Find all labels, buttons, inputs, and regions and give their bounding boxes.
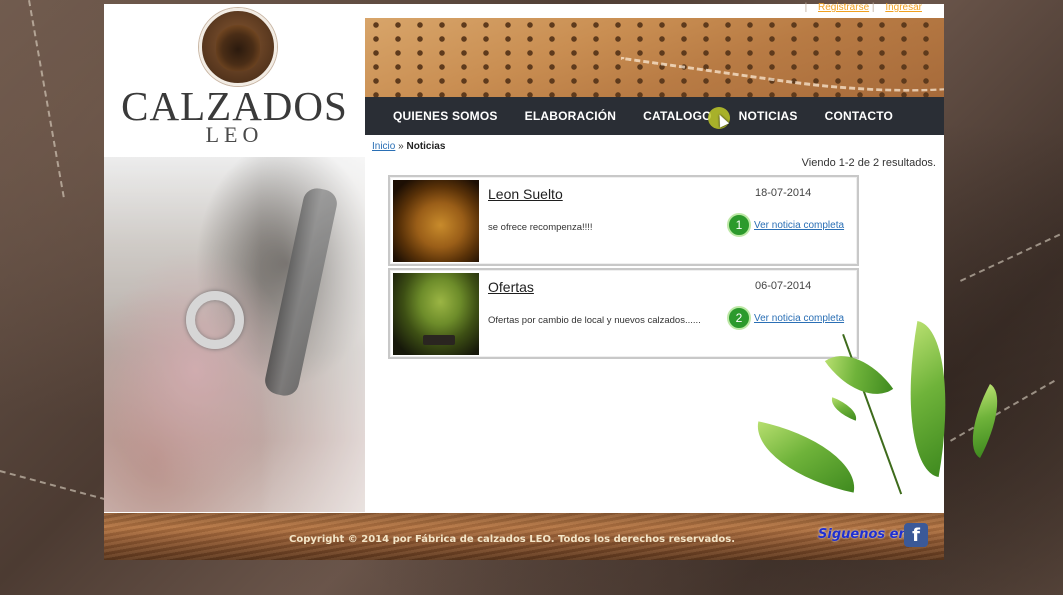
breadcrumb-current: Noticias [406, 141, 446, 152]
news-thumbnail-bonsai[interactable] [393, 273, 479, 355]
news-title-link[interactable]: Leon Suelto [488, 186, 563, 202]
facebook-icon[interactable]: f [904, 523, 928, 547]
nav-item-elaboracion[interactable]: ELABORACIÓN [525, 109, 617, 123]
news-description: Ofertas por cambio de local y nuevos cal… [488, 315, 701, 326]
stitch-line [0, 470, 107, 501]
footer: Copyright © 2014 por Fábrica de calzados… [104, 513, 944, 560]
news-item: Ofertas 06-07-2014 Ofertas por cambio de… [388, 268, 859, 359]
auth-separator: | [804, 2, 808, 13]
read-more-link[interactable]: Ver noticia completa [754, 313, 844, 324]
lion-icon[interactable] [199, 8, 277, 86]
auth-links: | Registrarse | Ingresar [805, 2, 922, 13]
step-badge: 1 [727, 213, 751, 237]
breadcrumb-home-link[interactable]: Inicio [372, 141, 395, 152]
news-date: 06-07-2014 [755, 280, 812, 292]
login-link[interactable]: Ingresar [885, 2, 922, 13]
stitch-line [950, 380, 1055, 442]
nav-item-contacto[interactable]: CONTACTO [825, 109, 894, 123]
handbag-image [104, 157, 365, 512]
stitch-line [960, 229, 1063, 282]
follow-us-label: Siguenos en: [818, 527, 913, 542]
nav-item-catalogo[interactable]: CATALOGO [643, 109, 711, 123]
news-item: Leon Suelto 18-07-2014 se ofrece recompe… [388, 175, 859, 266]
logo-sub-text: LEO [205, 122, 264, 147]
news-date: 18-07-2014 [755, 187, 812, 199]
header-banner [365, 18, 944, 100]
read-more-link[interactable]: Ver noticia completa [754, 220, 844, 231]
page-container: | Registrarse | Ingresar CALZADOS LEO QU… [104, 2, 1013, 560]
results-count: Viendo 1-2 de 2 resultados. [801, 157, 936, 169]
left-column: CALZADOS LEO [104, 4, 365, 512]
nav-item-quienes-somos[interactable]: QUIENES SOMOS [393, 109, 498, 123]
news-thumbnail-lion[interactable] [393, 180, 479, 262]
main-nav: QUIENES SOMOS ELABORACIÓN CATALOGO NOTIC… [365, 97, 944, 135]
breadcrumb-separator: » [398, 141, 404, 152]
breadcrumb: Inicio » Noticias [372, 141, 445, 152]
step-badge: 2 [727, 306, 751, 330]
stitch-line [28, 0, 65, 198]
copyright-text: Copyright © 2014 por Fábrica de calzados… [289, 534, 735, 545]
auth-separator: | [871, 2, 875, 13]
news-title-link[interactable]: Ofertas [488, 279, 534, 295]
nav-item-noticias[interactable]: NOTICIAS [739, 109, 798, 123]
news-description: se ofrece recompenza!!!! [488, 222, 593, 233]
register-link[interactable]: Registrarse [818, 2, 869, 13]
